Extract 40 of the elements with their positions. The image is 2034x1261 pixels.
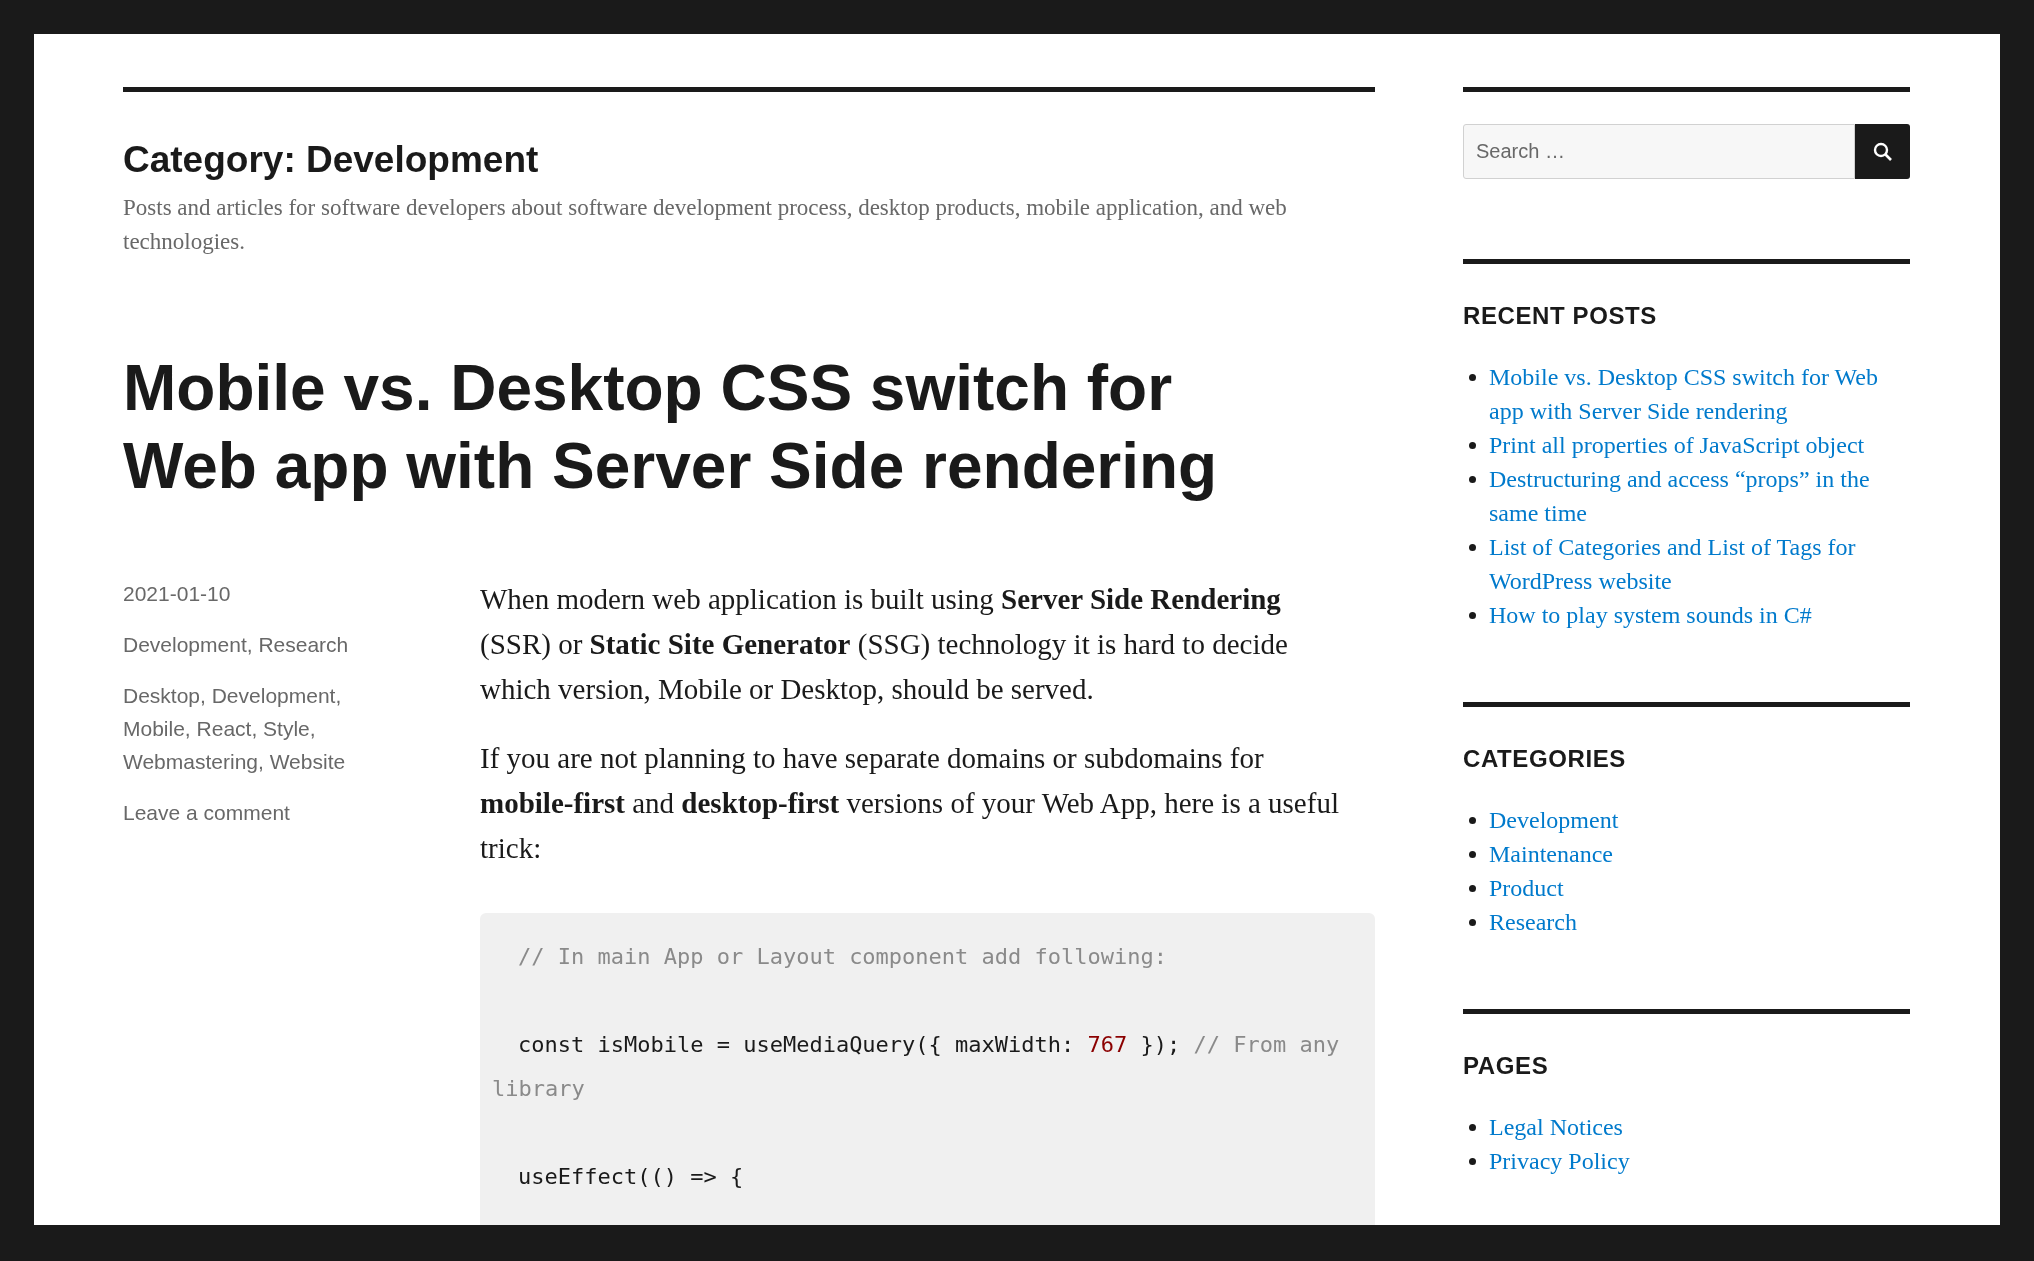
sidebar-link[interactable]: Maintenance [1489, 837, 1613, 871]
bullet-icon [1469, 919, 1476, 926]
archive-description: Posts and articles for software developers about software development process, desktop products, mobile application, and web technologies. [123, 194, 1288, 257]
bullet-icon [1469, 885, 1476, 892]
widget-title: PAGES [1463, 1051, 1550, 1081]
sidebar-link[interactable]: Product [1489, 871, 1564, 905]
widget-title: CATEGORIES [1463, 744, 1627, 774]
body-paragraph: When modern web application is built using Server Side Rendering (SSR) or Static Site Generator (SSG) technology it is hard to decide which version, Mobile or Desktop, should be served. [480, 582, 1289, 708]
bullet-icon [1469, 442, 1476, 449]
sidebar-link[interactable]: Privacy Policy [1489, 1144, 1630, 1178]
widget-title: RECENT POSTS [1463, 301, 1658, 331]
post-date[interactable]: 2021-01-10 [123, 577, 480, 611]
sidebar-link[interactable]: Mobile vs. Desktop CSS switch for Web app with Server Side rendering [1489, 360, 1910, 428]
post-categories[interactable]: Development, Research [123, 628, 480, 662]
post-tags[interactable]: Desktop, Development, Mobile, React, Style, Webmastering, Website [123, 679, 393, 779]
bullet-icon [1469, 1158, 1476, 1165]
code-line: useEffect(() => { [517, 1163, 745, 1192]
body-paragraph: If you are not planning to have separate domains or subdomains for mobile-first and desktop-first versions of your Web App, here is a useful trick: [480, 741, 1340, 867]
bullet-icon [1469, 1124, 1476, 1131]
sidebar-link[interactable]: Print all properties of JavaScript object [1489, 428, 1865, 462]
code-line: const isMobile = useMediaQuery({ maxWidth: 767 }); // From any library [492, 1031, 1341, 1104]
bullet-icon [1469, 612, 1476, 619]
bullet-icon [1469, 476, 1476, 483]
sidebar-link[interactable]: List of Categories and List of Tags for WordPress website [1489, 530, 1910, 598]
bullet-icon [1469, 374, 1476, 381]
sidebar-link[interactable]: How to play system sounds in C# [1489, 598, 1812, 632]
sidebar-link[interactable]: Research [1489, 905, 1577, 939]
sidebar-link[interactable]: Development [1489, 803, 1619, 837]
post-title[interactable]: Mobile vs. Desktop CSS switch for Web app with Server Side rendering [123, 349, 1303, 506]
sidebar-link[interactable]: Legal Notices [1489, 1110, 1623, 1144]
search-field[interactable]: Search … [1463, 124, 1855, 179]
bullet-icon [1469, 851, 1476, 858]
bullet-icon [1469, 817, 1476, 824]
comment-link[interactable]: Leave a comment [123, 796, 480, 830]
search-button[interactable] [1855, 124, 1910, 179]
bullet-icon [1469, 544, 1476, 551]
search-icon [1872, 141, 1893, 162]
sidebar-link[interactable]: Destructuring and access “props” in the same time [1489, 462, 1910, 530]
code-line: // In main App or Layout component add following: [517, 943, 1168, 972]
archive-title: Category: Development [123, 138, 540, 182]
